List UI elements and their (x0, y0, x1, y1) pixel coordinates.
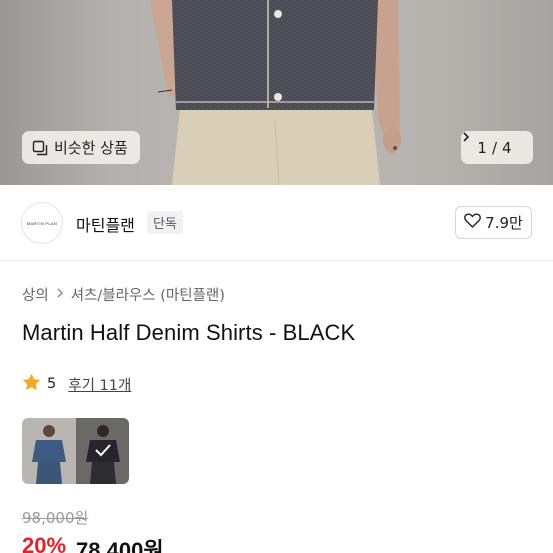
image-counter[interactable]: 1 / 4 (461, 131, 533, 164)
color-option-black-selected[interactable] (75, 418, 129, 484)
exclusive-badge: 단독 (147, 211, 183, 234)
shop-logo[interactable]: MARTIN PLAN (21, 202, 63, 244)
shop-name[interactable]: 마틴플랜 (76, 212, 135, 236)
counter-total: 4 (502, 138, 512, 157)
breadcrumb: 상의 셔츠/블라우스 (마틴플랜) (22, 284, 225, 305)
heart-icon (464, 213, 482, 232)
similar-products-label: 비슷한 상품 (54, 139, 128, 157)
similar-products-button[interactable]: 비슷한 상품 (22, 131, 140, 164)
product-title: Martin Half Denim Shirts - BLACK (22, 320, 356, 345)
color-options (22, 418, 129, 484)
similar-items-icon (32, 140, 48, 156)
like-count: 7.9만 (485, 214, 523, 232)
shop-row: MARTIN PLAN 마틴플랜 단독 7.9만 (0, 185, 553, 261)
chevron-right-icon (56, 287, 64, 303)
reviews-link[interactable]: 후기 11개 (68, 374, 131, 395)
counter-separator: / (491, 138, 498, 157)
rating-row: 5 후기 11개 (22, 373, 131, 395)
breadcrumb-item-category[interactable]: 셔츠/블라우스 (마틴플랜) (71, 284, 225, 305)
shop-logo-text: MARTIN PLAN (26, 220, 58, 226)
original-price: 98,000원 (22, 509, 89, 527)
breadcrumb-item-top[interactable]: 상의 (22, 284, 49, 305)
sale-price: 78,400원 (76, 538, 164, 553)
discount-rate: 20% (22, 533, 67, 553)
rating-score: 5 (47, 376, 57, 392)
price-row: 20% 78,400원 (22, 533, 164, 553)
product-image-carousel[interactable]: 비슷한 상품 1 / 4 (0, 0, 553, 185)
color-option-denim[interactable] (22, 418, 76, 484)
star-icon (22, 373, 41, 395)
like-button[interactable]: 7.9만 (455, 206, 532, 239)
counter-current: 1 (477, 138, 487, 157)
